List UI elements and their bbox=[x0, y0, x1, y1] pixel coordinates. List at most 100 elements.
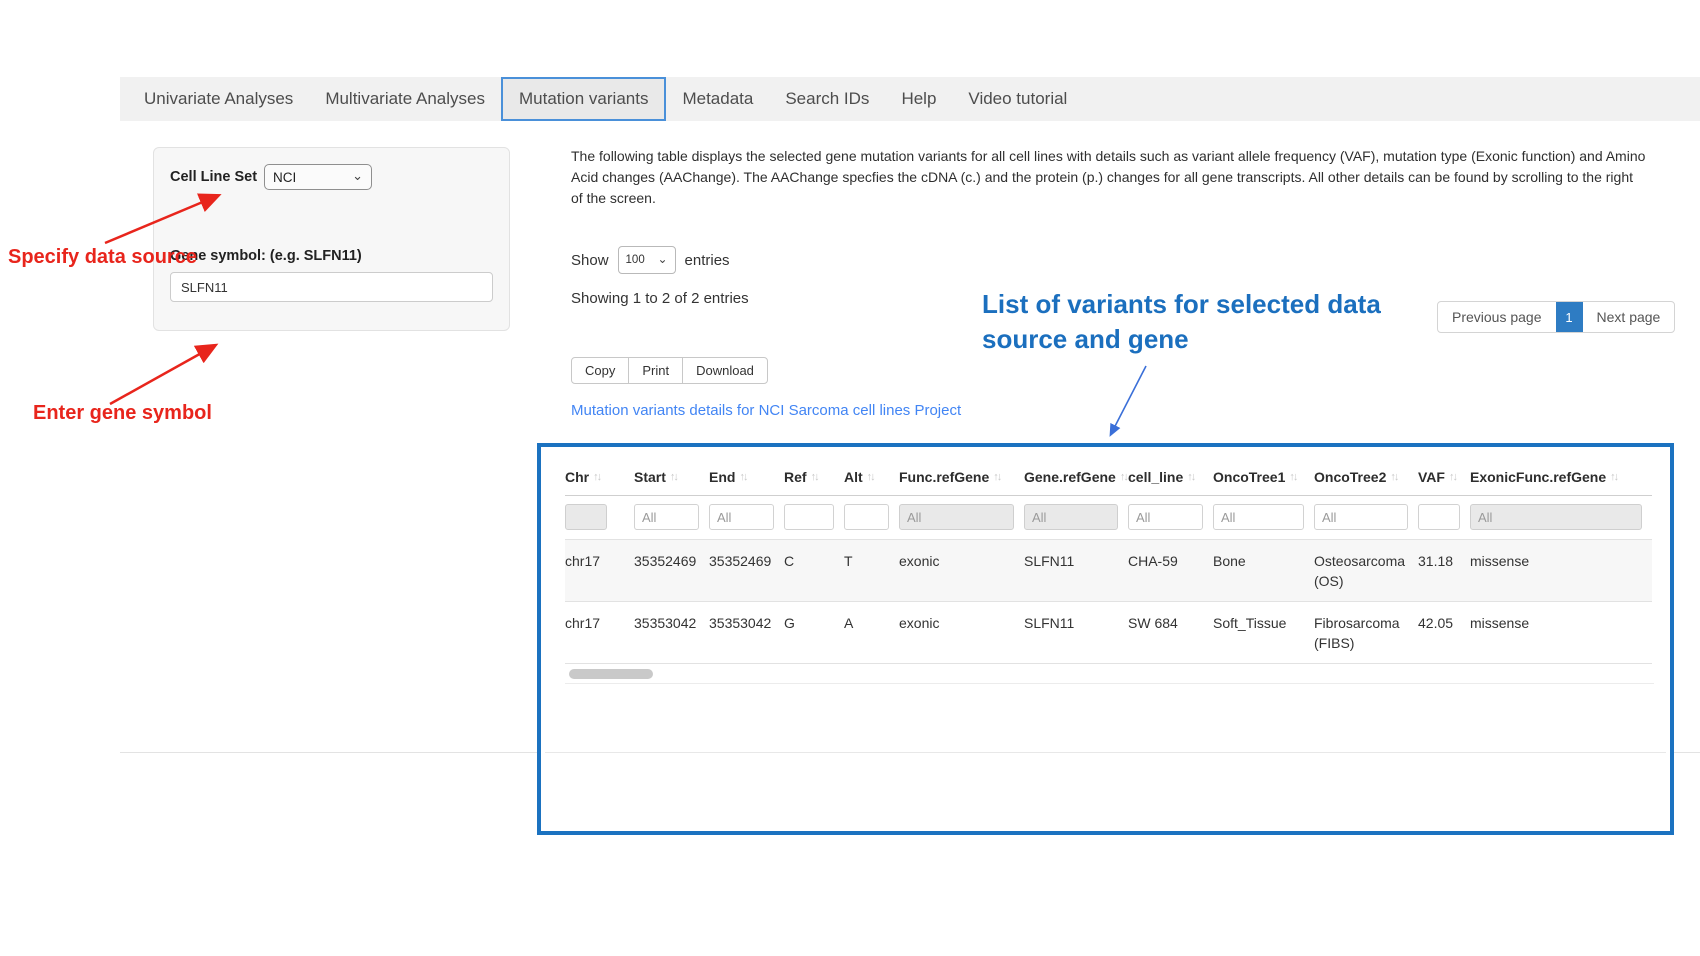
filter-input-gene-refgene[interactable] bbox=[1024, 504, 1118, 530]
nav-tab-search-ids[interactable]: Search IDs bbox=[769, 77, 885, 121]
filter-input-vaf[interactable] bbox=[1418, 504, 1460, 530]
table-cell: chr17 bbox=[565, 602, 634, 643]
filter-cell bbox=[1024, 504, 1128, 530]
column-header-chr[interactable]: Chr ↑↓ bbox=[565, 457, 634, 495]
column-header-cell-line[interactable]: cell_line ↑↓ bbox=[1128, 457, 1213, 495]
sort-icon[interactable]: ↑↓ bbox=[993, 471, 1000, 483]
filter-cell bbox=[1418, 504, 1470, 530]
column-header-vaf[interactable]: VAF↑↓ bbox=[1418, 457, 1470, 495]
column-header-oncotree1[interactable]: OncoTree1 ↑↓ bbox=[1213, 457, 1314, 495]
annotation-specify-data-source: Specify data source bbox=[8, 246, 197, 269]
nav-tab-help[interactable]: Help bbox=[885, 77, 952, 121]
controls-card: Cell Line Set NCI ⌄ Gene symbol: (e.g. S… bbox=[153, 147, 510, 331]
sort-icon[interactable]: ↑↓ bbox=[670, 471, 677, 483]
page-length-select[interactable]: 100 ⌄ bbox=[618, 246, 676, 274]
nav-tab-univariate-analyses[interactable]: Univariate Analyses bbox=[128, 77, 309, 121]
table-cell: Fibrosarcoma (FIBS) bbox=[1314, 602, 1418, 663]
sort-icon[interactable]: ↑↓ bbox=[811, 471, 818, 483]
sort-icon[interactable]: ↑↓ bbox=[1449, 471, 1456, 483]
entries-label: entries bbox=[685, 252, 730, 269]
column-header-gene-refgene[interactable]: Gene.refGene↑↓ bbox=[1024, 457, 1128, 495]
sort-icon[interactable]: ↑↓ bbox=[1390, 471, 1397, 483]
column-header-oncotree2[interactable]: OncoTree2↑↓ bbox=[1314, 457, 1418, 495]
table-header-row: Chr↑↓Start↑↓End↑↓Ref↑↓Alt↑↓Func.refGene↑… bbox=[565, 457, 1652, 496]
sort-icon[interactable]: ↑↓ bbox=[739, 471, 746, 483]
filter-input-oncotree2[interactable] bbox=[1314, 504, 1408, 530]
table-cell: 35352469 bbox=[709, 540, 784, 581]
table-cell: exonic bbox=[899, 540, 1024, 581]
chevron-down-icon: ⌄ bbox=[352, 169, 363, 182]
filter-input-oncotree1[interactable] bbox=[1213, 504, 1304, 530]
print-button[interactable]: Print bbox=[628, 357, 683, 384]
table-filter-row bbox=[565, 496, 1652, 539]
filter-input-chr[interactable] bbox=[565, 504, 607, 530]
download-button[interactable]: Download bbox=[682, 357, 768, 384]
column-label: cell_line bbox=[1128, 469, 1183, 485]
previous-page-button[interactable]: Previous page bbox=[1438, 302, 1556, 332]
table-row: chr173535246935352469CTexonicSLFN11CHA-5… bbox=[565, 539, 1652, 601]
table-body: chr173535246935352469CTexonicSLFN11CHA-5… bbox=[565, 539, 1652, 664]
column-label: End bbox=[709, 469, 735, 485]
copy-button[interactable]: Copy bbox=[571, 357, 629, 384]
column-header-ref[interactable]: Ref↑↓ bbox=[784, 457, 844, 495]
filter-input-cell-line[interactable] bbox=[1128, 504, 1203, 530]
nav-tab-mutation-variants[interactable]: Mutation variants bbox=[501, 77, 666, 121]
filter-cell bbox=[1470, 504, 1652, 530]
cell-line-set-select[interactable]: NCI ⌄ bbox=[264, 164, 372, 190]
filter-cell bbox=[709, 504, 784, 530]
annotation-enter-gene-symbol: Enter gene symbol bbox=[33, 402, 212, 425]
column-label: Alt bbox=[844, 469, 863, 485]
page-divider bbox=[120, 752, 537, 753]
cell-line-set-label: Cell Line Set bbox=[170, 169, 257, 185]
column-label: Chr bbox=[565, 469, 589, 485]
table-cell: missense bbox=[1470, 540, 1652, 581]
nav-tab-multivariate-analyses[interactable]: Multivariate Analyses bbox=[309, 77, 501, 121]
table-cell: 35352469 bbox=[634, 540, 709, 581]
table-cell: C bbox=[784, 540, 844, 581]
column-header-alt[interactable]: Alt ↑↓ bbox=[844, 457, 899, 495]
table-cell: CHA-59 bbox=[1128, 540, 1213, 581]
column-header-exonicfunc-refgene[interactable]: ExonicFunc.refGene↑↓ bbox=[1470, 457, 1652, 495]
gene-symbol-input[interactable] bbox=[170, 272, 493, 302]
sort-icon[interactable]: ↑↓ bbox=[867, 471, 874, 483]
column-header-end[interactable]: End ↑↓ bbox=[709, 457, 784, 495]
table-cell: Bone bbox=[1213, 540, 1314, 581]
filter-input-start[interactable] bbox=[634, 504, 699, 530]
page-divider bbox=[545, 752, 1666, 753]
filter-input-end[interactable] bbox=[709, 504, 774, 530]
filter-cell bbox=[565, 504, 634, 530]
column-header-func-refgene[interactable]: Func.refGene↑↓ bbox=[899, 457, 1024, 495]
sort-icon[interactable]: ↑↓ bbox=[1610, 471, 1617, 483]
annotation-variants-heading: List of variants for selected data sourc… bbox=[982, 287, 1381, 357]
showing-entries-status: Showing 1 to 2 of 2 entries bbox=[571, 290, 749, 307]
table-cell: chr17 bbox=[565, 540, 634, 581]
filter-cell bbox=[1314, 504, 1418, 530]
nav-tab-video-tutorial[interactable]: Video tutorial bbox=[952, 77, 1083, 121]
annotation-variants-heading-line2: source and gene bbox=[982, 322, 1381, 357]
filter-input-func-refgene[interactable] bbox=[899, 504, 1014, 530]
table-cell: missense bbox=[1470, 602, 1652, 643]
horizontal-scrollbar-thumb[interactable] bbox=[569, 669, 653, 679]
blue-arrow-variants-table bbox=[1111, 366, 1146, 434]
column-label: OncoTree1 bbox=[1213, 469, 1285, 485]
column-header-start[interactable]: Start↑↓ bbox=[634, 457, 709, 495]
table-cell: 35353042 bbox=[709, 602, 784, 643]
next-page-button[interactable]: Next page bbox=[1583, 302, 1675, 332]
horizontal-scrollbar-track[interactable] bbox=[565, 664, 1654, 684]
filter-cell bbox=[784, 504, 844, 530]
gene-symbol-label: Gene symbol: (e.g. SLFN11) bbox=[170, 248, 493, 264]
page-number-1[interactable]: 1 bbox=[1556, 301, 1583, 333]
filter-input-exonicfunc-refgene[interactable] bbox=[1470, 504, 1642, 530]
top-nav: Univariate AnalysesMultivariate Analyses… bbox=[120, 77, 1700, 121]
sort-icon[interactable]: ↑↓ bbox=[1120, 471, 1127, 483]
sort-icon[interactable]: ↑↓ bbox=[593, 471, 600, 483]
table-title-link[interactable]: Mutation variants details for NCI Sarcom… bbox=[571, 402, 961, 419]
filter-input-ref[interactable] bbox=[784, 504, 834, 530]
nav-tab-metadata[interactable]: Metadata bbox=[666, 77, 769, 121]
sort-icon[interactable]: ↑↓ bbox=[1187, 471, 1194, 483]
sort-icon[interactable]: ↑↓ bbox=[1289, 471, 1296, 483]
filter-cell bbox=[634, 504, 709, 530]
filter-cell bbox=[899, 504, 1024, 530]
filter-input-alt[interactable] bbox=[844, 504, 889, 530]
table-cell: Soft_Tissue bbox=[1213, 602, 1314, 643]
